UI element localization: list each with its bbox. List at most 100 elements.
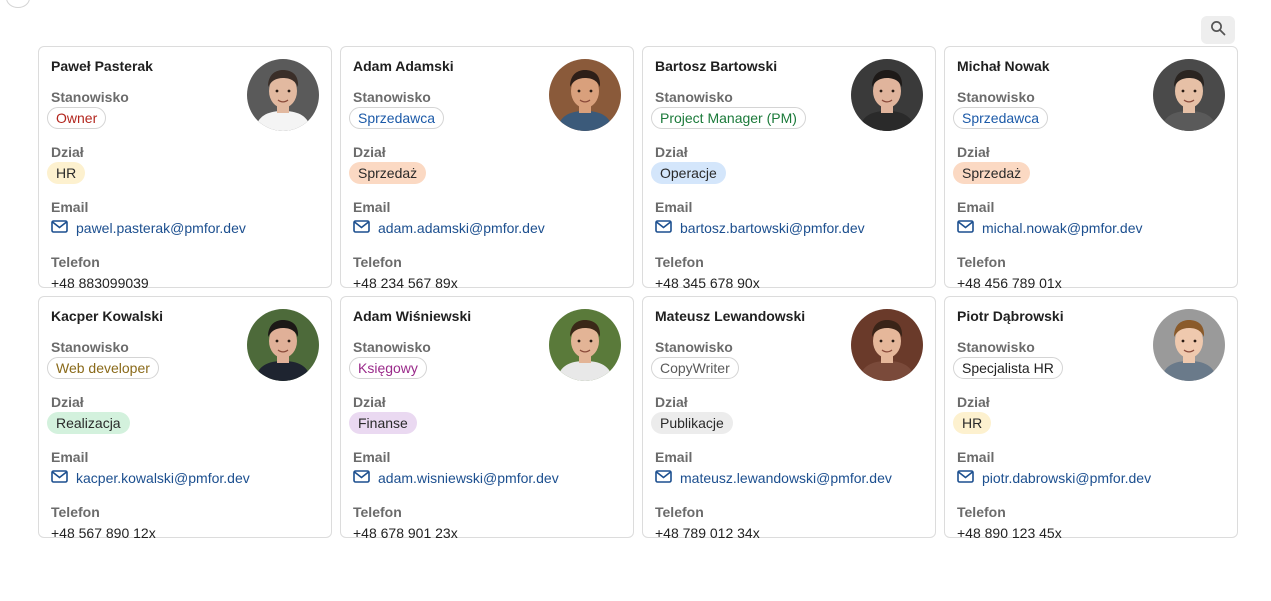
department-label: Dział	[51, 144, 84, 160]
phone-number: +48 567 890 12x	[51, 525, 156, 541]
position-badge: Owner	[47, 107, 107, 129]
email-address: kacper.kowalski@pmfor.dev	[76, 470, 250, 486]
department-label: Dział	[353, 394, 386, 410]
position-badge: Project Manager (PM)	[651, 107, 806, 129]
search-icon	[1210, 20, 1226, 41]
email-label: Email	[957, 449, 995, 465]
avatar	[549, 309, 621, 381]
department-label: Dział	[51, 394, 84, 410]
department-badge: HR	[953, 412, 992, 434]
position-badge: CopyWriter	[651, 357, 739, 379]
email-label: Email	[655, 199, 693, 215]
envelope-icon	[353, 220, 378, 236]
email-address: michal.nowak@pmfor.dev	[982, 220, 1143, 236]
envelope-icon	[51, 220, 76, 236]
position-badge: Web developer	[47, 357, 159, 379]
position-badge: Księgowy	[349, 357, 427, 379]
envelope-icon	[51, 470, 76, 486]
avatar-image	[247, 59, 319, 131]
email-address: adam.wisniewski@pmfor.dev	[378, 470, 559, 486]
phone-number: +48 678 901 23x	[353, 525, 458, 541]
chevron-left-icon	[14, 0, 22, 5]
department-badge: HR	[47, 162, 86, 184]
department-badge: Sprzedaż	[349, 162, 427, 184]
phone-label: Telefon	[353, 254, 402, 270]
phone-number: +48 345 678 90x	[655, 275, 760, 291]
avatar-image	[1153, 309, 1225, 381]
email-link[interactable]: pawel.pasterak@pmfor.dev	[51, 220, 246, 236]
position-badge: Sprzedawca	[953, 107, 1049, 129]
phone-label: Telefon	[655, 504, 704, 520]
phone-number: +48 456 789 01x	[957, 275, 1062, 291]
employee-card[interactable]: Adam Adamski Stanowisko Sprzedawca Dział…	[340, 46, 634, 291]
employee-card[interactable]: Paweł Pasterak Stanowisko Owner Dział HR…	[38, 46, 332, 291]
email-address: adam.adamski@pmfor.dev	[378, 220, 545, 236]
department-badge: Operacje	[651, 162, 726, 184]
envelope-icon	[655, 470, 680, 486]
avatar-image	[1153, 59, 1225, 131]
avatar	[851, 309, 923, 381]
phone-label: Telefon	[51, 504, 100, 520]
phone-number: +48 789 012 34x	[655, 525, 760, 541]
email-address: pawel.pasterak@pmfor.dev	[76, 220, 246, 236]
department-badge: Realizacja	[47, 412, 130, 434]
back-button[interactable]	[6, 0, 30, 8]
avatar	[247, 59, 319, 131]
email-address: mateusz.lewandowski@pmfor.dev	[680, 470, 892, 486]
email-address: piotr.dabrowski@pmfor.dev	[982, 470, 1152, 486]
email-label: Email	[51, 449, 89, 465]
department-label: Dział	[957, 394, 990, 410]
department-badge: Publikacje	[651, 412, 733, 434]
phone-label: Telefon	[655, 254, 704, 270]
email-link[interactable]: kacper.kowalski@pmfor.dev	[51, 470, 250, 486]
department-label: Dział	[655, 144, 688, 160]
phone-label: Telefon	[51, 254, 100, 270]
envelope-icon	[353, 470, 378, 486]
department-badge: Finanse	[349, 412, 417, 434]
employee-card[interactable]: Mateusz Lewandowski Stanowisko CopyWrite…	[642, 296, 936, 541]
phone-label: Telefon	[957, 504, 1006, 520]
email-link[interactable]: adam.wisniewski@pmfor.dev	[353, 470, 559, 486]
email-link[interactable]: piotr.dabrowski@pmfor.dev	[957, 470, 1151, 486]
avatar	[247, 309, 319, 381]
envelope-icon	[655, 220, 680, 236]
email-link[interactable]: michal.nowak@pmfor.dev	[957, 220, 1143, 236]
email-label: Email	[957, 199, 995, 215]
avatar	[1153, 309, 1225, 381]
email-link[interactable]: adam.adamski@pmfor.dev	[353, 220, 545, 236]
avatar	[851, 59, 923, 131]
avatar-image	[549, 309, 621, 381]
position-badge: Specjalista HR	[953, 357, 1063, 379]
department-label: Dział	[957, 144, 990, 160]
employee-card[interactable]: Piotr Dąbrowski Stanowisko Specjalista H…	[944, 296, 1238, 541]
position-badge: Sprzedawca	[349, 107, 445, 129]
avatar-image	[247, 309, 319, 381]
employee-card[interactable]: Bartosz Bartowski Stanowisko Project Man…	[642, 46, 936, 291]
phone-number: +48 890 123 45x	[957, 525, 1062, 541]
email-label: Email	[353, 199, 391, 215]
envelope-icon	[957, 470, 982, 486]
avatar	[1153, 59, 1225, 131]
avatar-image	[851, 309, 923, 381]
email-address: bartosz.bartowski@pmfor.dev	[680, 220, 865, 236]
avatar	[549, 59, 621, 131]
envelope-icon	[957, 220, 982, 236]
department-label: Dział	[353, 144, 386, 160]
avatar-image	[549, 59, 621, 131]
email-link[interactable]: mateusz.lewandowski@pmfor.dev	[655, 470, 892, 486]
email-label: Email	[353, 449, 391, 465]
employee-grid: Paweł Pasterak Stanowisko Owner Dział HR…	[38, 46, 1238, 541]
phone-label: Telefon	[957, 254, 1006, 270]
phone-number: +48 883099039	[51, 275, 149, 291]
employee-card[interactable]: Adam Wiśniewski Stanowisko Księgowy Dzia…	[340, 296, 634, 541]
email-link[interactable]: bartosz.bartowski@pmfor.dev	[655, 220, 865, 236]
email-label: Email	[51, 199, 89, 215]
email-label: Email	[655, 449, 693, 465]
avatar-image	[851, 59, 923, 131]
employee-card[interactable]: Michał Nowak Stanowisko Sprzedawca Dział…	[944, 46, 1238, 291]
phone-label: Telefon	[353, 504, 402, 520]
employee-card[interactable]: Kacper Kowalski Stanowisko Web developer…	[38, 296, 332, 541]
department-badge: Sprzedaż	[953, 162, 1031, 184]
search-button[interactable]	[1201, 16, 1235, 44]
department-label: Dział	[655, 394, 688, 410]
